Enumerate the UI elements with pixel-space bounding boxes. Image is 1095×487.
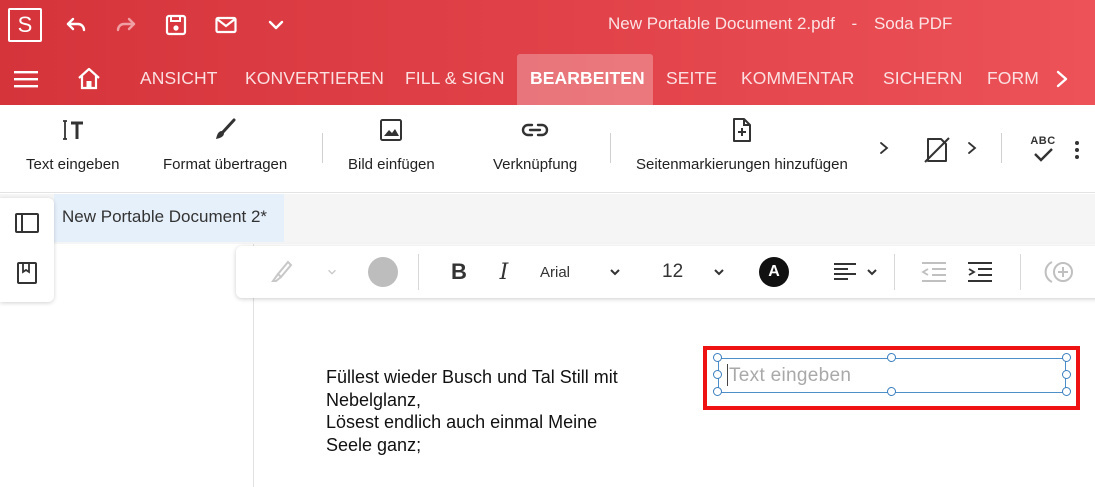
page-marks-label: Seitenmarkierungen hinzufügen <box>636 156 848 173</box>
sidebar-toggle-icon[interactable] <box>14 210 40 236</box>
title-separator: - <box>851 14 858 33</box>
format-painter-label: Format übertragen <box>163 156 288 173</box>
page-no-color-icon[interactable] <box>922 135 952 165</box>
text-line: Seele ganz; <box>326 434 422 455</box>
hamburger-menu-icon[interactable] <box>14 68 38 90</box>
title-bar: S New Portable Document 2.pdf - Soda PDF <box>0 0 1095 105</box>
text-line: Nebelglanz, <box>326 389 422 410</box>
resize-handle[interactable] <box>713 353 722 362</box>
text-insert-label: Text eingeben <box>26 156 120 173</box>
format-painter-button[interactable]: Format übertragen <box>163 115 287 185</box>
resize-handle[interactable] <box>1062 370 1071 379</box>
ribbon-toolbar: Text eingeben Format übertragen Bild ein… <box>0 105 1095 193</box>
add-field-icon[interactable] <box>1044 259 1076 285</box>
resize-handle[interactable] <box>1062 353 1071 362</box>
ribbon-separator <box>1001 133 1002 163</box>
chevron-down-icon[interactable] <box>322 259 342 285</box>
tab-kommentar[interactable]: KOMMENTAR <box>728 54 867 105</box>
link-label: Verknüpfung <box>493 156 578 173</box>
text-line: Füllest wieder Busch und Tal Still mit <box>326 367 618 387</box>
image-insert-label: Bild einfügen <box>348 156 435 173</box>
toolbar-separator <box>894 254 895 290</box>
text-color-button[interactable]: A <box>758 257 790 287</box>
app-name: Soda PDF <box>873 14 953 33</box>
image-icon <box>380 119 403 141</box>
font-family-value: Arial <box>540 263 571 281</box>
menu-tabs: ANSICHT KONVERTIEREN FILL & SIGN BEARBEI… <box>0 54 1095 105</box>
chevron-down-icon[interactable] <box>262 12 290 38</box>
fill-color-swatch[interactable] <box>366 257 400 287</box>
brush-icon <box>216 118 236 139</box>
text-cursor-icon <box>62 120 83 140</box>
spellcheck-abc-text: ABC <box>1030 135 1056 147</box>
ribbon-separator <box>610 133 611 163</box>
font-size-select[interactable]: 12 <box>662 259 692 285</box>
toolbar-separator <box>1020 254 1021 290</box>
resize-handle[interactable] <box>713 370 722 379</box>
resize-handle[interactable] <box>713 387 722 396</box>
format-toolbar: B I Arial 12 A <box>236 246 1095 298</box>
chevron-down-icon[interactable] <box>862 259 882 285</box>
decrease-indent-icon[interactable] <box>920 259 948 285</box>
tab-fill-and-sign[interactable]: FILL & SIGN <box>392 54 518 105</box>
more-vertical-icon[interactable] <box>1072 139 1082 161</box>
text-field-placeholder: Text eingeben <box>729 365 852 386</box>
increase-indent-icon[interactable] <box>966 259 994 285</box>
redo-icon[interactable] <box>112 12 140 38</box>
tab-form[interactable]: FORM <box>974 54 1052 105</box>
tab-sichern[interactable]: SICHERN <box>870 54 975 105</box>
page-marks-button[interactable]: Seitenmarkierungen hinzufügen <box>636 115 848 185</box>
quick-access-toolbar: S New Portable Document 2.pdf - Soda PDF <box>0 0 1095 50</box>
link-button[interactable]: Verknüpfung <box>493 115 577 185</box>
text-color-letter: A <box>768 263 780 280</box>
chevron-down-icon[interactable] <box>604 259 626 285</box>
align-left-icon[interactable] <box>832 259 858 285</box>
ribbon-separator <box>322 133 323 163</box>
chevron-right-icon[interactable] <box>877 138 891 158</box>
undo-icon[interactable] <box>62 12 90 38</box>
document-text: Füllest wieder Busch und Tal Still mit N… <box>326 366 666 456</box>
link-icon <box>522 123 549 137</box>
app-logo[interactable]: S <box>8 8 42 42</box>
text-line: Lösest endlich auch einmal Meine <box>326 412 598 432</box>
side-panel-buttons <box>0 198 54 302</box>
image-insert-button[interactable]: Bild einfügen <box>348 115 435 185</box>
font-size-value: 12 <box>662 261 684 282</box>
italic-icon[interactable]: I <box>492 259 516 285</box>
document-tab-strip: New Portable Document 2* <box>0 194 1095 244</box>
tab-konvertieren[interactable]: KONVERTIEREN <box>232 54 397 105</box>
mail-icon[interactable] <box>212 12 240 38</box>
resize-handle[interactable] <box>1062 387 1071 396</box>
tab-ansicht[interactable]: ANSICHT <box>127 54 231 105</box>
chevron-down-icon[interactable] <box>708 259 730 285</box>
spellcheck-button[interactable]: ABC <box>1026 135 1060 167</box>
text-insert-button[interactable]: Text eingeben <box>26 115 119 185</box>
text-caret <box>727 364 728 386</box>
bookmark-icon[interactable] <box>14 260 40 286</box>
file-add-icon <box>732 118 751 142</box>
app-logo-letter: S <box>17 12 33 37</box>
home-icon[interactable] <box>76 66 102 92</box>
bold-icon[interactable]: B <box>447 259 471 285</box>
resize-handle[interactable] <box>887 353 896 362</box>
resize-handle[interactable] <box>887 387 896 396</box>
save-icon[interactable] <box>162 12 190 38</box>
window-title: New Portable Document 2.pdf - Soda PDF <box>608 14 952 34</box>
document-name: New Portable Document 2.pdf <box>608 14 835 33</box>
chevron-right-icon[interactable] <box>965 138 979 158</box>
tab-bearbeiten[interactable]: BEARBEITEN <box>517 54 653 105</box>
spellcheck-icon <box>1034 148 1053 162</box>
tab-seite[interactable]: SEITE <box>653 54 730 105</box>
highlighter-icon[interactable] <box>266 259 296 285</box>
chevron-right-icon[interactable] <box>1052 66 1072 92</box>
document-tab[interactable]: New Portable Document 2* <box>54 194 284 242</box>
toolbar-separator <box>418 254 419 290</box>
